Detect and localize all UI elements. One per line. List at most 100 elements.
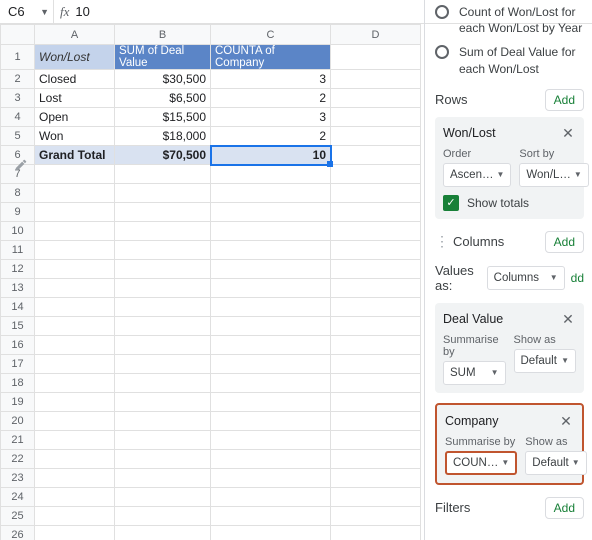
cell[interactable] [331, 488, 421, 507]
cell[interactable] [211, 298, 331, 317]
cell[interactable] [115, 279, 211, 298]
cell[interactable]: Grand Total [35, 146, 115, 165]
close-icon[interactable]: ✕ [560, 125, 576, 142]
add-filters-button[interactable]: Add [545, 497, 584, 519]
cell[interactable] [331, 70, 421, 89]
cell[interactable] [211, 412, 331, 431]
order-dropdown[interactable]: Ascen…▼ [443, 163, 511, 187]
cell[interactable] [211, 488, 331, 507]
cell[interactable] [35, 412, 115, 431]
row-header[interactable]: 15 [1, 317, 35, 336]
cell[interactable]: 2 [211, 127, 331, 146]
cell[interactable] [211, 165, 331, 184]
cell[interactable] [35, 431, 115, 450]
cell[interactable] [331, 279, 421, 298]
cell[interactable] [35, 203, 115, 222]
pencil-icon[interactable] [14, 158, 28, 172]
cell[interactable] [115, 450, 211, 469]
cell[interactable]: $6,500 [115, 89, 211, 108]
cell[interactable] [115, 374, 211, 393]
cell[interactable] [35, 165, 115, 184]
cell[interactable] [211, 336, 331, 355]
cell[interactable] [331, 355, 421, 374]
cell[interactable] [331, 127, 421, 146]
drag-handle-icon[interactable]: ⋮ [435, 233, 449, 250]
cell[interactable]: 10 [211, 146, 331, 165]
row-header[interactable]: 2 [1, 70, 35, 89]
formula-bar-value[interactable]: 10 [75, 4, 89, 19]
cell[interactable] [211, 526, 331, 540]
row-header[interactable]: 21 [1, 431, 35, 450]
col-header-A[interactable]: A [35, 25, 115, 45]
row-header[interactable]: 3 [1, 89, 35, 108]
cell[interactable] [331, 412, 421, 431]
cell[interactable] [115, 412, 211, 431]
cell[interactable] [211, 507, 331, 526]
cell[interactable] [331, 45, 421, 70]
cell[interactable]: $70,500 [115, 146, 211, 165]
cell[interactable] [331, 317, 421, 336]
row-header[interactable]: 17 [1, 355, 35, 374]
row-header[interactable]: 14 [1, 298, 35, 317]
cell[interactable]: 3 [211, 70, 331, 89]
row-header[interactable]: 1 [1, 45, 35, 70]
row-header[interactable]: 23 [1, 469, 35, 488]
row-header[interactable]: 12 [1, 260, 35, 279]
showas-dropdown[interactable]: Default▼ [525, 451, 586, 475]
row-header[interactable]: 11 [1, 241, 35, 260]
summarise-dropdown[interactable]: COUN…▼ [445, 451, 517, 475]
cell[interactable] [35, 507, 115, 526]
close-icon[interactable]: ✕ [560, 311, 576, 328]
cell[interactable]: $30,500 [115, 70, 211, 89]
cell[interactable]: Closed [35, 70, 115, 89]
cell[interactable] [331, 184, 421, 203]
cell[interactable] [211, 241, 331, 260]
row-header[interactable]: 26 [1, 526, 35, 540]
cell[interactable] [35, 222, 115, 241]
row-header[interactable]: 18 [1, 374, 35, 393]
suggestion-item[interactable]: Count of Won/Lost for each Won/Lost by Y… [435, 4, 584, 36]
cell[interactable] [331, 507, 421, 526]
cell[interactable] [211, 450, 331, 469]
cell[interactable] [35, 469, 115, 488]
name-box[interactable]: C6 ▼ [0, 0, 54, 23]
cell[interactable] [331, 469, 421, 488]
cell[interactable] [331, 146, 421, 165]
cell[interactable]: 3 [211, 108, 331, 127]
showas-dropdown[interactable]: Default▼ [514, 349, 577, 373]
cell[interactable] [331, 165, 421, 184]
cell[interactable] [331, 298, 421, 317]
row-header[interactable]: 9 [1, 203, 35, 222]
cell[interactable] [115, 317, 211, 336]
cell[interactable] [115, 355, 211, 374]
cell[interactable] [211, 279, 331, 298]
col-header-C[interactable]: C [211, 25, 331, 45]
cell[interactable] [115, 298, 211, 317]
cell[interactable]: 2 [211, 89, 331, 108]
cell[interactable] [211, 374, 331, 393]
row-header[interactable]: 13 [1, 279, 35, 298]
cell[interactable]: Won/Lost [35, 45, 115, 70]
add-rows-button[interactable]: Add [545, 89, 584, 111]
cell[interactable] [211, 393, 331, 412]
cell[interactable] [331, 203, 421, 222]
cell[interactable] [115, 260, 211, 279]
row-header[interactable]: 25 [1, 507, 35, 526]
row-header[interactable]: 22 [1, 450, 35, 469]
spreadsheet-grid[interactable]: ABCD1Won/LostSUM of Deal ValueCOUNTA of … [0, 24, 422, 540]
cell[interactable] [35, 393, 115, 412]
cell[interactable] [115, 222, 211, 241]
row-header[interactable]: 20 [1, 412, 35, 431]
cell[interactable] [115, 203, 211, 222]
cell[interactable] [115, 165, 211, 184]
cell[interactable] [35, 374, 115, 393]
cell[interactable] [35, 260, 115, 279]
values-as-dropdown[interactable]: Columns▼ [487, 266, 565, 290]
row-header[interactable]: 10 [1, 222, 35, 241]
cell[interactable] [331, 431, 421, 450]
cell[interactable] [211, 469, 331, 488]
row-header[interactable]: 4 [1, 108, 35, 127]
cell[interactable] [331, 89, 421, 108]
show-totals-checkbox[interactable]: ✓ Show totals [443, 195, 576, 211]
cell[interactable] [331, 336, 421, 355]
